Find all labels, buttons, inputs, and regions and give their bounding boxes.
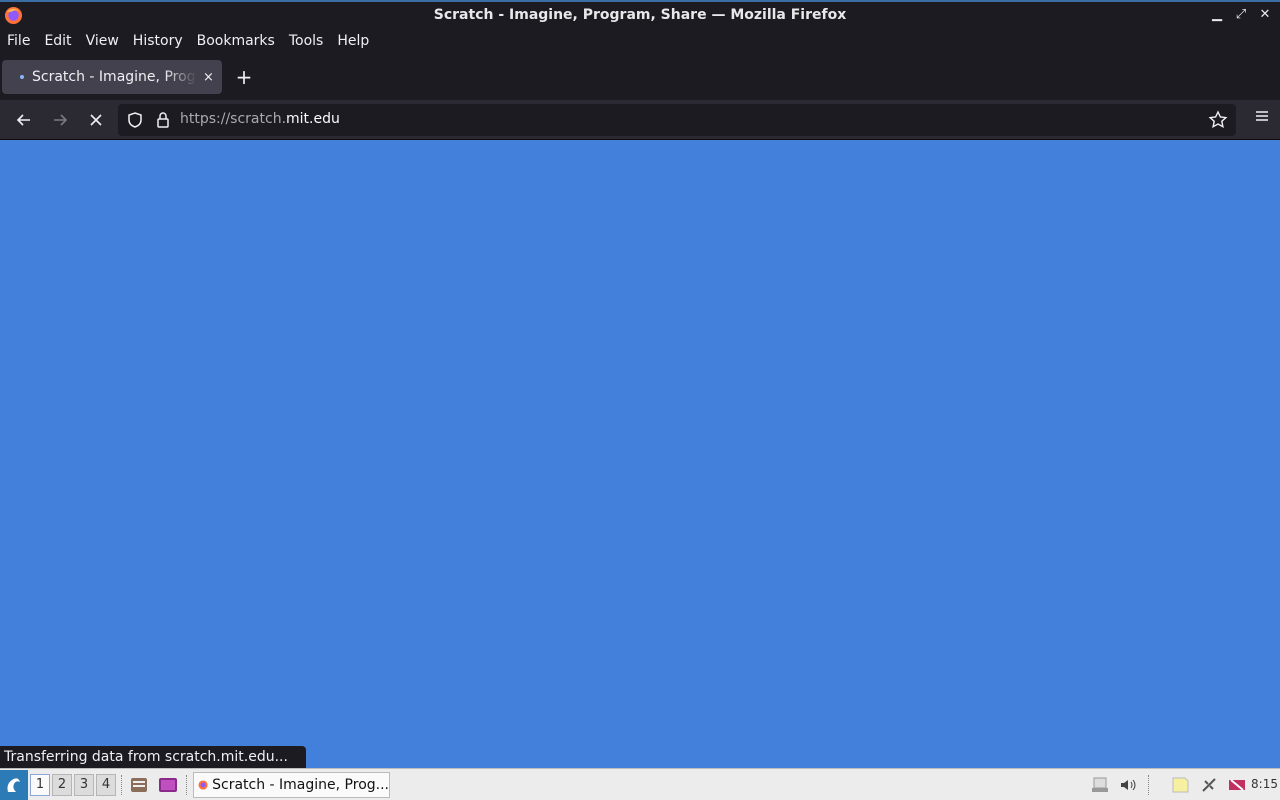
menu-history[interactable]: History (133, 33, 183, 49)
arrow-right-icon (54, 114, 68, 126)
url-prefix: https://scratch. (180, 111, 287, 127)
tab-scratch[interactable]: Scratch - Imagine, Program, Share × (2, 60, 222, 94)
window-titlebar: Scratch - Imagine, Program, Share — Mozi… (0, 0, 1280, 28)
drive-icon[interactable] (1090, 775, 1110, 795)
battery-alert-icon[interactable] (1227, 775, 1247, 795)
close-icon[interactable]: ✕ (1258, 7, 1272, 22)
menu-bar: File Edit View History Bookmarks Tools H… (0, 28, 1280, 54)
taskbar-separator (1148, 775, 1151, 795)
new-tab-button[interactable]: + (232, 66, 256, 90)
arrow-left-icon (16, 114, 30, 126)
status-bar: Transferring data from scratch.mit.edu..… (0, 746, 306, 768)
stop-x-icon (90, 114, 102, 126)
terminal-icon[interactable] (158, 775, 178, 795)
nav-bar: https://scratch.mit.edu (0, 100, 1280, 140)
menu-edit[interactable]: Edit (44, 33, 71, 49)
menu-bookmarks[interactable]: Bookmarks (197, 33, 275, 49)
taskbar-separator (121, 775, 124, 795)
file-manager-icon[interactable] (129, 775, 149, 795)
tab-strip: Scratch - Imagine, Program, Share × + (0, 54, 1280, 100)
menu-tools[interactable]: Tools (289, 33, 324, 49)
task-label: Scratch - Imagine, Prog... (212, 777, 389, 793)
window-title: Scratch - Imagine, Program, Share — Mozi… (433, 7, 847, 23)
forward-button[interactable] (48, 108, 72, 132)
taskbar-separator (186, 775, 189, 795)
maximize-icon[interactable]: ⤢ (1234, 7, 1248, 22)
url-domain: mit.edu (286, 111, 340, 127)
menu-view[interactable]: View (86, 33, 119, 49)
workspace-1[interactable]: 1 (30, 774, 50, 796)
start-menu-button[interactable] (0, 770, 28, 800)
url-bar[interactable]: https://scratch.mit.edu (118, 104, 1236, 136)
workspace-4[interactable]: 4 (96, 774, 116, 796)
volume-icon[interactable] (1118, 775, 1138, 795)
menu-help[interactable]: Help (337, 33, 369, 49)
stop-button[interactable] (84, 108, 108, 132)
tab-title: Scratch - Imagine, Program, Share (32, 69, 197, 85)
tracking-shield-icon[interactable] (126, 111, 144, 129)
workspace-3[interactable]: 3 (74, 774, 94, 796)
url-text[interactable]: https://scratch.mit.edu (180, 111, 340, 127)
hamburger-icon (1256, 111, 1268, 121)
tab-close-icon[interactable]: × (203, 70, 214, 85)
clock[interactable]: 8:15 (1251, 777, 1278, 791)
workspace-2[interactable]: 2 (52, 774, 72, 796)
app-menu-button[interactable] (1254, 108, 1270, 128)
taskbar: 1 2 3 4 Scratch - Imagine, Prog... 8:15 (0, 768, 1280, 800)
menu-file[interactable]: File (7, 33, 30, 49)
minimize-icon[interactable]: ▁ (1210, 7, 1224, 22)
notes-icon[interactable] (1170, 775, 1190, 795)
distro-logo-icon (7, 778, 20, 792)
bookmark-star-icon[interactable] (1208, 110, 1228, 130)
back-button[interactable] (12, 108, 36, 132)
network-icon[interactable] (1199, 775, 1219, 795)
loading-indicator-icon (20, 75, 24, 79)
lock-icon[interactable] (154, 111, 172, 129)
firefox-icon (198, 780, 208, 790)
taskbar-firefox-task[interactable]: Scratch - Imagine, Prog... (193, 772, 390, 798)
page-content[interactable]: Transferring data from scratch.mit.edu..… (0, 140, 1280, 768)
